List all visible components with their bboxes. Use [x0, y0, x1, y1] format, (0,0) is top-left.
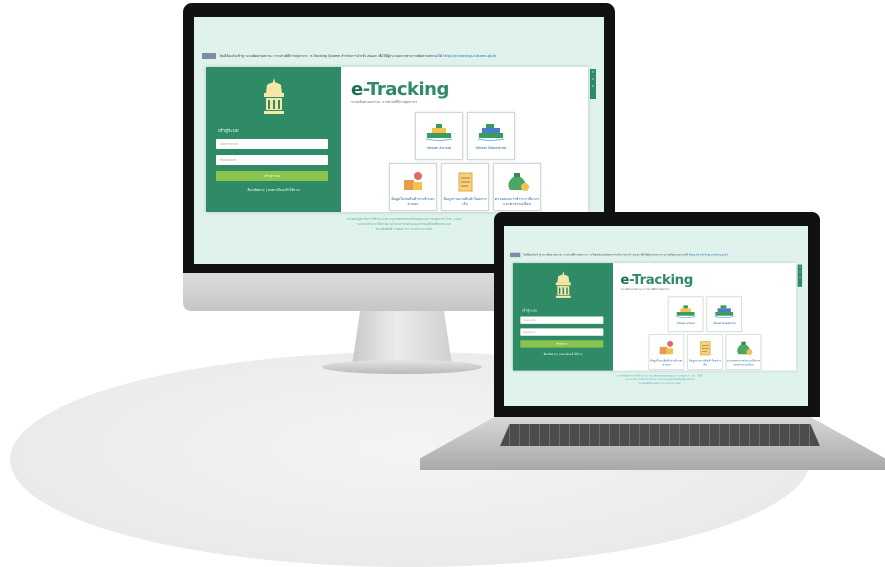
login-links[interactable]: ลืมรหัสผ่าน | ลงทะเบียนเข้าใช้งาน: [206, 187, 341, 193]
login-panel: เข้าสู่ระบบ Username Password เข้าสู่ระบ…: [206, 67, 341, 212]
money-bag-icon: [508, 173, 529, 191]
money-bag-icon: [737, 341, 753, 356]
tile-manifest[interactable]: ข้อมูลรายงานสินค้าโดยสารเรือ: [441, 163, 489, 211]
side-tab[interactable]: ก: [590, 83, 596, 90]
ship-arrival-icon: [425, 124, 453, 141]
customs-logo-icon: [202, 53, 216, 59]
login-title: เข้าสู่ระบบ: [521, 309, 537, 313]
monitor-base: [322, 360, 482, 374]
login-button[interactable]: เข้าสู่ระบบ: [520, 340, 604, 348]
tile-manifest[interactable]: ข้อมูลรายงานสินค้าโดยสารเรือ: [687, 334, 723, 370]
customs-logo-icon: [509, 252, 521, 258]
ship-departure-icon: [714, 305, 734, 318]
emblem-icon: [264, 78, 284, 114]
tile-payment[interactable]: ตรวจสอบการชำระภาษีอากรและค่าธรรมเนียม: [493, 163, 541, 211]
tile-payment[interactable]: ตรวจสอบการชำระภาษีอากรและค่าธรรมเนียม: [725, 334, 762, 370]
username-input[interactable]: Username: [520, 316, 604, 324]
notice-bar: ยินดีต้อนรับเข้าสู่ ระบบติดตามสถานะ การผ…: [202, 51, 598, 61]
emblem-icon: [555, 271, 571, 298]
footer-text: หากพบปัญหาในการใช้งานระบบ กรุณาติดต่อฝ่า…: [617, 374, 703, 385]
tile-vessel-departure[interactable]: Vessel Departure: [467, 112, 515, 160]
side-tab[interactable]: ก: [798, 275, 802, 280]
brand-logo: e-Tracking ระบบติดตามสถานะ การผ่านพิธีกา…: [351, 79, 449, 105]
side-tabs[interactable]: ก ก ก: [590, 69, 596, 99]
brand-name: e-Tracking: [620, 271, 694, 288]
side-tab[interactable]: ก: [590, 69, 596, 76]
etracking-page: ยินดีต้อนรับเข้าสู่ ระบบติดตามสถานะ การผ…: [504, 226, 808, 406]
login-panel: เข้าสู่ระบบ Username Password เข้าสู่ระบ…: [512, 263, 614, 371]
side-tab[interactable]: ก: [590, 76, 596, 83]
document-icon: [458, 172, 473, 192]
laptop-keyboard: [500, 424, 820, 446]
side-tabs[interactable]: ก ก ก: [797, 264, 803, 287]
notice-link[interactable]: https://e-tracking.customs.go.th: [443, 54, 496, 58]
tile-vessel-departure[interactable]: Vessel Departure: [706, 296, 743, 333]
login-title: เข้าสู่ระบบ: [218, 129, 239, 134]
tile-cargo-declaration[interactable]: ข้อมูลใบขนสินค้าขาเข้าและขาออก: [389, 163, 437, 211]
boxes-icon: [659, 340, 674, 355]
brand-logo: e-Tracking ระบบติดตามสถานะ การผ่านพิธีกา…: [620, 272, 693, 291]
tile-vessel-arrival[interactable]: Vessel Arrival: [415, 112, 463, 160]
laptop-screen: ยินดีต้อนรับเข้าสู่ ระบบติดตามสถานะ การผ…: [504, 226, 808, 406]
monitor-stand: [352, 311, 452, 366]
main-card: เข้าสู่ระบบ Username Password เข้าสู่ระบ…: [206, 67, 588, 212]
notice-link[interactable]: https://e-tracking.customs.go.th: [689, 253, 728, 256]
brand-name: e-Tracking: [351, 79, 449, 100]
login-button[interactable]: เข้าสู่ระบบ: [216, 171, 328, 181]
login-links[interactable]: ลืมรหัสผ่าน | ลงทะเบียนเข้าใช้งาน: [513, 352, 613, 356]
ship-arrival-icon: [675, 305, 696, 318]
notice-text: ยินดีต้อนรับเข้าสู่ ระบบติดตามสถานะ การผ…: [523, 253, 689, 257]
tile-cargo-declaration[interactable]: ข้อมูลใบขนสินค้าขาเข้าและขาออก: [648, 334, 685, 370]
ship-departure-icon: [477, 124, 505, 141]
tile-vessel-arrival[interactable]: Vessel Arrival: [667, 296, 704, 333]
notice-bar: ยินดีต้อนรับเข้าสู่ ระบบติดตามสถานะ การผ…: [509, 251, 804, 258]
notice-text: ยินดีต้อนรับเข้าสู่ ระบบติดตามสถานะ การผ…: [220, 54, 444, 58]
password-input[interactable]: Password: [520, 328, 604, 336]
document-icon: [700, 341, 711, 356]
main-card: เข้าสู่ระบบ Username Password เข้าสู่ระบ…: [512, 263, 797, 371]
password-input[interactable]: Password: [216, 155, 328, 165]
boxes-icon: [404, 172, 422, 190]
username-input[interactable]: Username: [216, 139, 328, 149]
